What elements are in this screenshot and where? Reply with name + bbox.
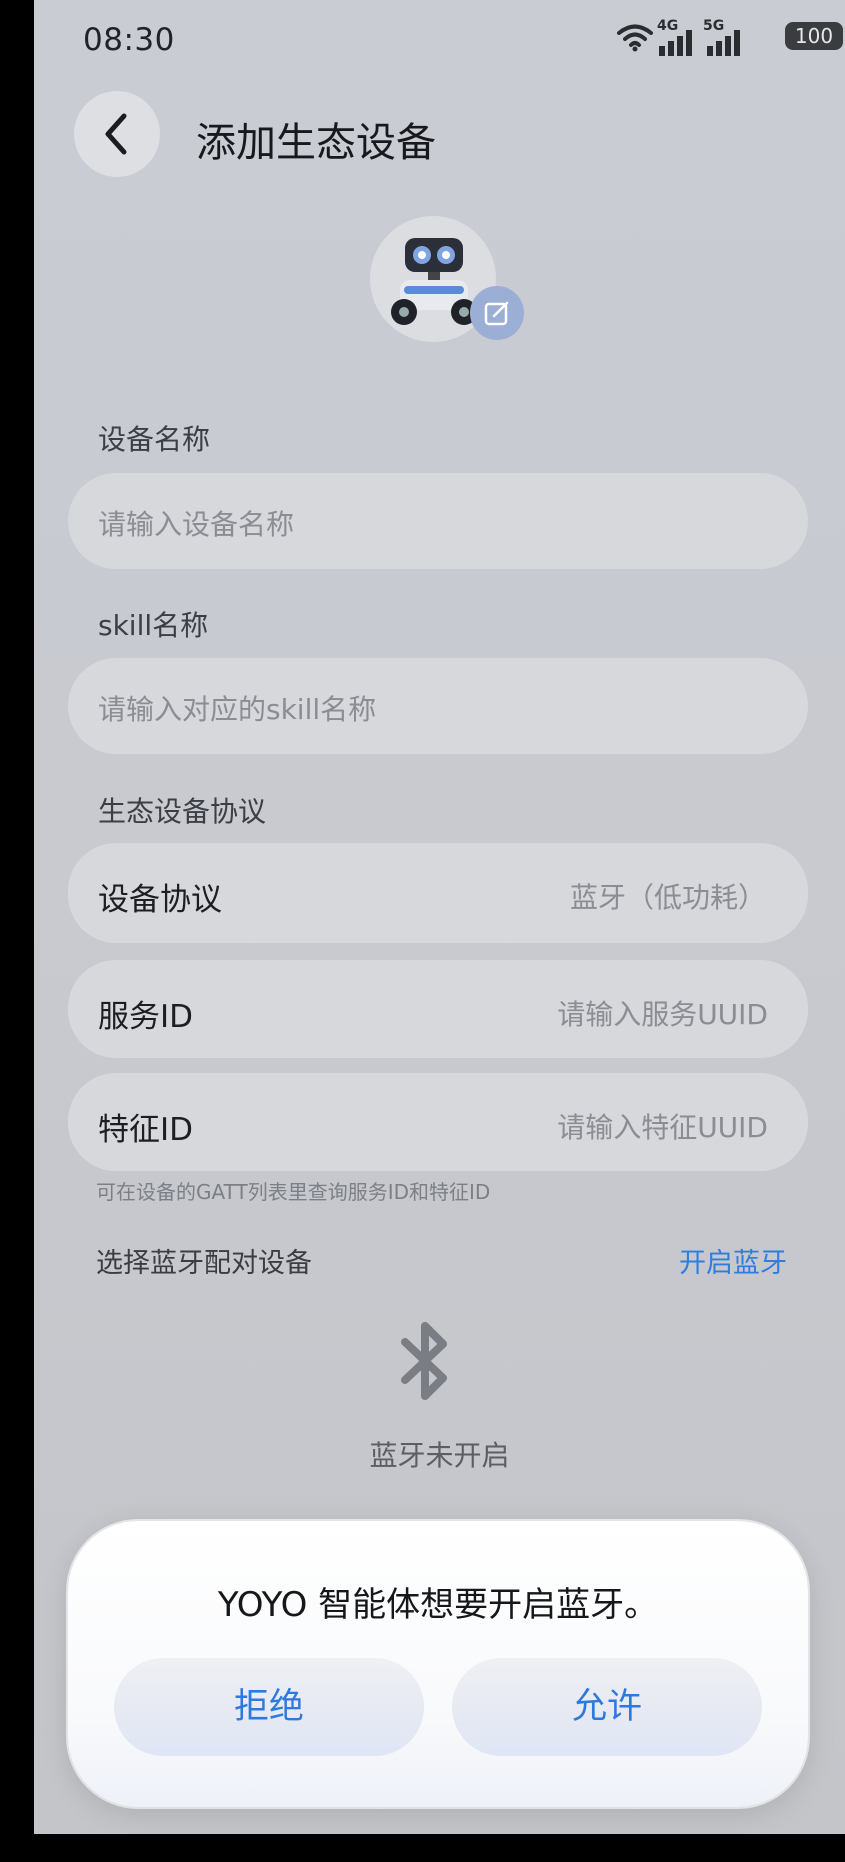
protocol-row-label: 设备协议 bbox=[98, 882, 222, 918]
chevron-left-icon bbox=[105, 113, 127, 155]
allow-button[interactable]: 允许 bbox=[452, 1658, 762, 1756]
signal-5g-icon bbox=[707, 30, 740, 56]
signal-4g-icon bbox=[659, 30, 692, 56]
characteristic-id-placeholder: 请输入特征UUID bbox=[557, 1111, 768, 1144]
service-id-row[interactable]: 服务ID 请输入服务UUID bbox=[68, 960, 808, 1058]
service-id-label: 服务ID bbox=[98, 999, 194, 1035]
status-icons: 4G 5G 100 bbox=[615, 18, 845, 58]
app-screen: 08:30 4G 5G 100 添加生态设备 设备名称 请输入设备名称 skil… bbox=[34, 0, 845, 1834]
edit-avatar-button[interactable] bbox=[470, 286, 524, 340]
bluetooth-section-title: 选择蓝牙配对设备 bbox=[96, 1248, 312, 1279]
protocol-row[interactable]: 设备协议 蓝牙（低功耗） bbox=[68, 843, 808, 943]
device-name-field[interactable]: 请输入设备名称 bbox=[68, 473, 808, 569]
skill-name-field[interactable]: 请输入对应的skill名称 bbox=[68, 658, 808, 754]
bluetooth-permission-dialog: YOYO 智能体想要开启蓝牙。 拒绝 允许 bbox=[68, 1521, 808, 1807]
service-id-placeholder: 请输入服务UUID bbox=[557, 998, 768, 1031]
protocol-row-value: 蓝牙（低功耗） bbox=[569, 881, 766, 914]
skill-name-label: skill名称 bbox=[98, 609, 209, 642]
characteristic-id-row[interactable]: 特征ID 请输入特征UUID bbox=[68, 1073, 808, 1171]
page-title: 添加生态设备 bbox=[196, 120, 436, 166]
bluetooth-status: 蓝牙未开启 bbox=[369, 1439, 510, 1472]
battery-indicator: 100 bbox=[785, 22, 843, 50]
gatt-hint: 可在设备的GATT列表里查询服务ID和特征ID bbox=[96, 1180, 491, 1204]
bluetooth-icon bbox=[401, 1322, 447, 1400]
wifi-icon bbox=[617, 24, 653, 52]
device-name-placeholder: 请输入设备名称 bbox=[98, 508, 295, 541]
characteristic-id-label: 特征ID bbox=[98, 1112, 194, 1148]
enable-bluetooth-link[interactable]: 开启蓝牙 bbox=[679, 1241, 787, 1280]
device-name-label: 设备名称 bbox=[98, 423, 211, 456]
deny-button[interactable]: 拒绝 bbox=[114, 1658, 424, 1756]
protocol-section-label: 生态设备协议 bbox=[98, 795, 267, 828]
dialog-message: YOYO 智能体想要开启蓝牙。 bbox=[217, 1585, 659, 1625]
edit-icon bbox=[484, 301, 509, 326]
skill-name-placeholder: 请输入对应的skill名称 bbox=[98, 693, 377, 726]
back-button[interactable] bbox=[74, 91, 160, 177]
status-time: 08:30 bbox=[83, 22, 175, 58]
